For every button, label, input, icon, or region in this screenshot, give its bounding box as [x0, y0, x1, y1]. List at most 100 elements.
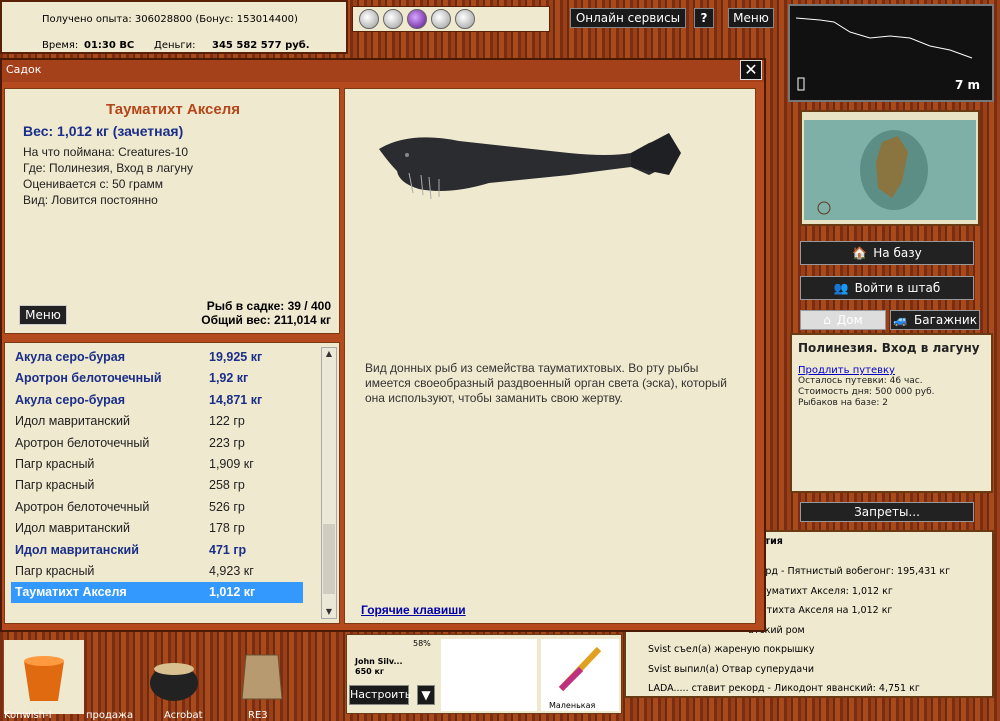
fish-list-item[interactable]: Тауматихт Акселя 1,012 кг — [11, 582, 303, 604]
scrollbar[interactable]: ▲ ▼ — [321, 347, 337, 619]
home-label: Дом — [836, 313, 863, 327]
fish-list-item[interactable]: Идол мавританский 122 гр — [11, 411, 303, 432]
cauldron-tool[interactable] — [134, 640, 214, 714]
fish-list-item[interactable]: Идол мавританский 178 гр — [11, 518, 303, 539]
fish-list-item[interactable]: Пагр красный 258 гр — [11, 475, 303, 496]
lure-label: Маленькая — [549, 701, 596, 710]
bans-button[interactable]: Запреты... — [800, 502, 974, 522]
fish-list-item[interactable]: Аротрон белоточечный 223 гр — [11, 433, 303, 454]
player-stats-panel: Получено опыта: 306028800 (Бонус: 153014… — [0, 0, 348, 54]
tool-label: Acrobat — [164, 710, 203, 721]
fish-list-name: Идол мавританский — [15, 414, 130, 429]
reel-slot[interactable] — [441, 639, 537, 711]
fish-list-item[interactable]: Пагр красный 1,909 кг — [11, 454, 303, 475]
enter-hq-button[interactable]: 👥 Войти в штаб — [800, 276, 974, 300]
island-map-icon — [804, 120, 976, 220]
fish-list-name: Пагр красный — [15, 564, 95, 578]
bucket-tool[interactable] — [4, 640, 84, 714]
fish-list-item[interactable]: Идол мавританский 471 гр — [11, 540, 303, 561]
fish-list-weight: 19,925 кг — [209, 350, 263, 364]
potion-icon[interactable] — [383, 9, 403, 29]
fish-list-item[interactable]: Акула серо-бурая 19,925 кг — [11, 347, 303, 368]
fish-list-weight: 258 гр — [209, 478, 245, 493]
main-menu-button[interactable]: Меню — [728, 8, 774, 28]
home-icon: ⌂ — [823, 313, 831, 327]
fish-list-name: Аротрон белоточечный — [15, 371, 162, 386]
fish-list: ▲ ▼ Акула серо-бурая 19,925 кг Аротрон бел… — [4, 342, 340, 624]
fish-list-name: Пагр красный — [15, 457, 95, 471]
people-icon: 👥 — [833, 281, 849, 295]
dialog-title: Садок — [2, 60, 764, 82]
home-button[interactable]: ⌂ Дом — [800, 310, 886, 330]
fish-name: Тауматихт Акселя — [105, 101, 241, 118]
potion-icon[interactable] — [455, 9, 475, 29]
lure-icon — [558, 646, 602, 692]
fish-list-weight: 122 гр — [209, 414, 245, 429]
net-tool[interactable] — [222, 640, 302, 714]
dropdown-icon[interactable]: ▼ — [417, 685, 435, 705]
fish-list-weight: 471 гр — [209, 542, 247, 557]
enter-hq-label: Войти в штаб — [854, 281, 941, 295]
potion-icon[interactable] — [359, 9, 379, 29]
fish-list-weight: 178 гр — [209, 521, 245, 536]
fish-list-item[interactable]: Пагр красный 4,923 кг — [11, 561, 303, 582]
fish-list-weight: 1,909 кг — [209, 457, 254, 471]
fish-list-name: Акула серо-бурая — [15, 350, 125, 364]
net-icon — [241, 654, 283, 700]
hotkeys-link[interactable]: Горячие клавиши — [361, 603, 466, 617]
tool-label: Konwish-I — [4, 710, 52, 721]
potion-bar — [352, 6, 550, 32]
menu-button[interactable]: Меню — [19, 305, 67, 325]
trunk-button[interactable]: 🚙 Багажник — [890, 310, 980, 330]
event-row: Svist съел(а) жареную покрышку — [648, 644, 815, 655]
location-title: Полинезия. Вход в лагуну — [798, 341, 980, 355]
potion-icon[interactable] — [431, 9, 451, 29]
tool-label: продажа — [86, 710, 134, 721]
to-base-button[interactable]: 🏠 На базу — [800, 241, 974, 265]
fish-detail: Вид: Ловится постоянно — [23, 193, 158, 207]
fish-list-item[interactable]: Аротрон белоточечный 1,92 кг — [11, 368, 303, 389]
fish-description: Вид донных рыб из семейства тауматихтовы… — [365, 361, 727, 405]
house-icon: 🏠 — [852, 246, 868, 260]
total-weight: Общий вес: 211,014 кг — [201, 313, 331, 327]
potion-icon[interactable] — [407, 9, 427, 29]
fish-list-weight: 14,871 кг — [209, 392, 263, 407]
fish-list-weight: 1,012 кг — [209, 585, 256, 600]
scroll-up-icon[interactable]: ▲ — [322, 348, 336, 360]
fish-list-name: Пагр красный — [15, 478, 95, 493]
fish-info-panel: Тауматихт Акселя Вес: 1,012 кг (зачетная… — [4, 88, 340, 334]
close-icon[interactable]: ✕ — [740, 60, 762, 80]
event-row: Svist выпил(а) Отвар суперудачи — [648, 663, 815, 675]
keepnet-dialog: Садок ✕ Тауматихт Акселя Вес: 1,012 кг (… — [0, 58, 766, 632]
location-panel: Полинезия. Вход в лагуну Продлить путевк… — [790, 333, 993, 493]
location-map[interactable] — [800, 110, 980, 226]
fish-viewer: Вид донных рыб из семейства тауматихтовы… — [344, 88, 756, 624]
tool-label: RE3 — [248, 710, 268, 721]
cauldron-icon — [150, 663, 198, 701]
tackle-name: John Silv... — [355, 657, 403, 666]
to-base-label: На базу — [873, 246, 922, 260]
fish-list-weight: 4,923 кг — [209, 564, 254, 578]
event-row: LADA..... ставит рекорд - Ликодонт яванс… — [648, 683, 920, 694]
tackle-percent: 58% — [413, 639, 431, 648]
fish-list-name: Аротрон белоточечный — [15, 499, 150, 514]
scroll-down-icon[interactable]: ▼ — [322, 606, 336, 618]
configure-button[interactable]: Настроить — [349, 685, 411, 705]
fish-detail: На что поймана: Creatures-10 — [23, 145, 189, 159]
scroll-thumb[interactable] — [323, 524, 335, 594]
money-value: 345 582 577 руб. — [212, 40, 310, 51]
time-value: 01:30 ВС — [84, 40, 135, 51]
online-services-button[interactable]: Онлайн сервисы — [570, 8, 686, 28]
help-button[interactable]: ? — [694, 8, 714, 28]
fish-list-item[interactable]: Акула серо-бурая 14,871 кг — [11, 390, 303, 411]
fish-list-weight: 1,92 кг — [209, 371, 249, 386]
tackle-weight: 650 кг — [355, 667, 385, 676]
depth-value: 7 m — [954, 78, 980, 92]
extend-ticket-link[interactable]: Продлить путевку — [798, 365, 985, 376]
fish-list-name: Тауматихт Акселя — [15, 585, 127, 600]
fish-list-item[interactable]: Аротрон белоточечный 526 гр — [11, 497, 303, 518]
lure-slot[interactable]: Маленькая — [541, 639, 619, 711]
time-label: Время: — [42, 40, 79, 51]
anglers-count: Рыбаков на базе: 2 — [798, 398, 888, 408]
keepnet-totals: Рыб в садке: 39 / 400 Общий вес: 211,014… — [201, 299, 331, 327]
